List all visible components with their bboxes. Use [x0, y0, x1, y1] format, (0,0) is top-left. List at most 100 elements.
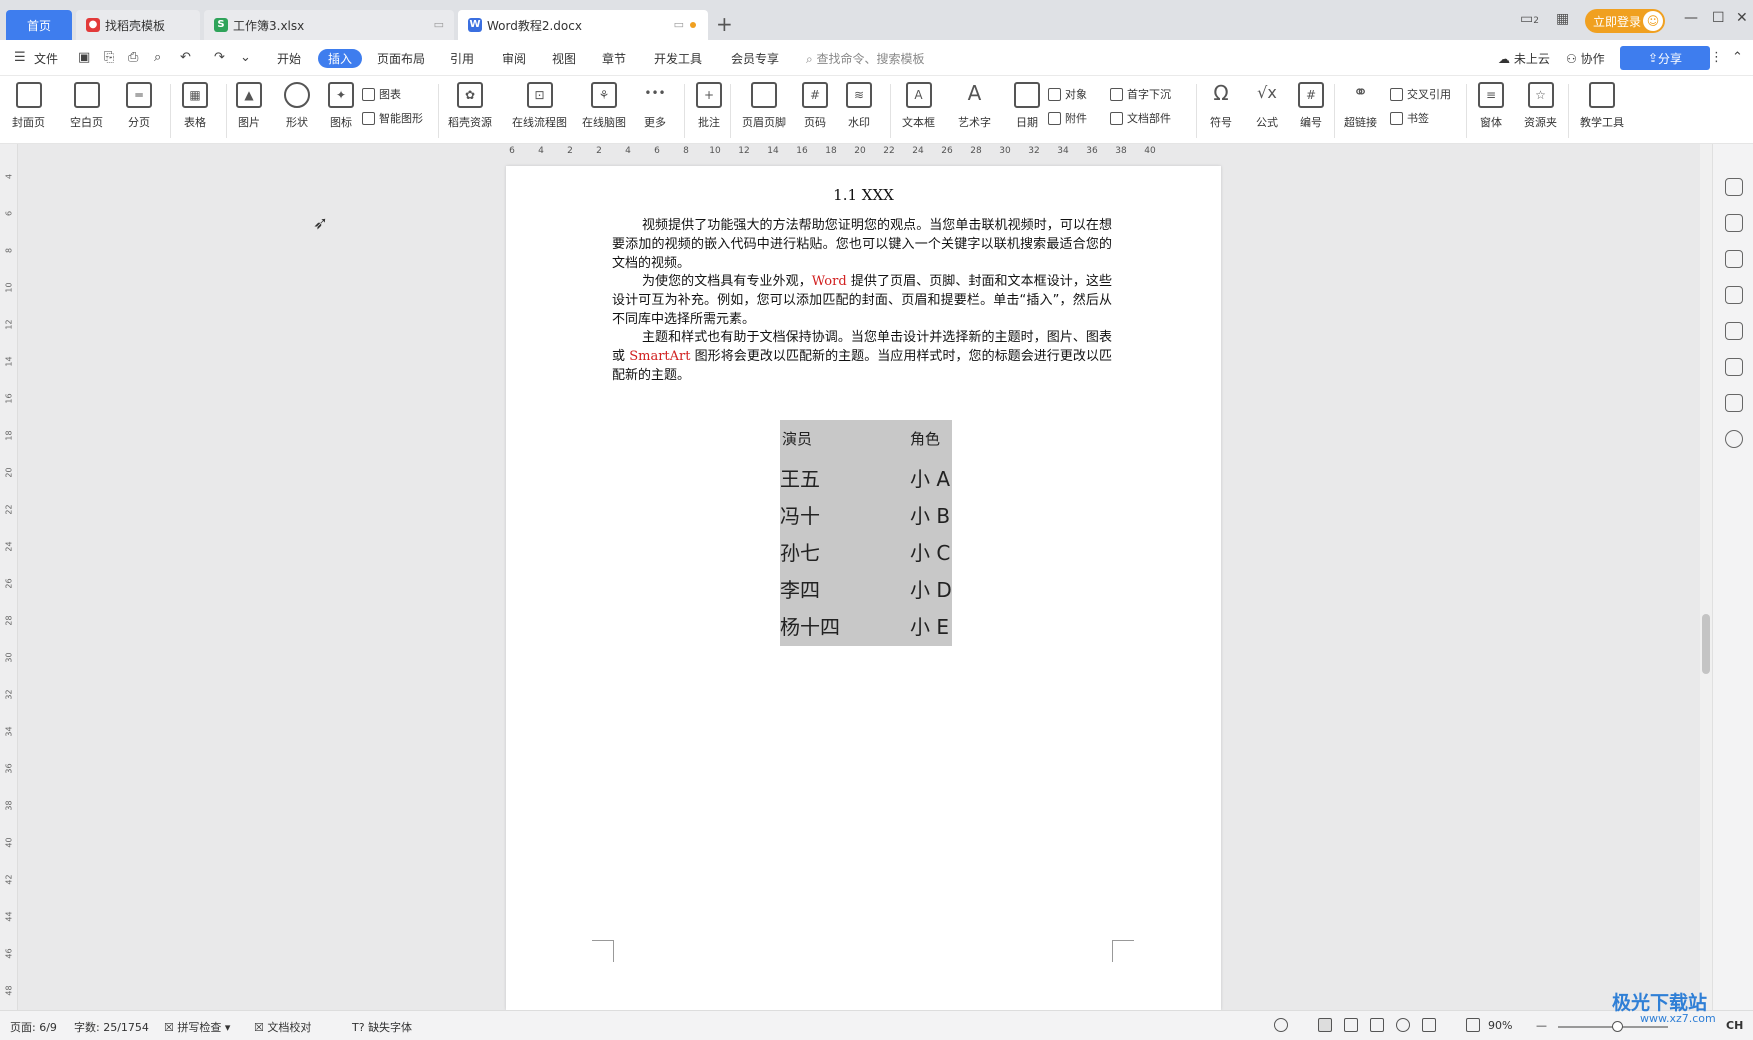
docer-resource-button[interactable]: ✿ 稻壳资源 [448, 82, 492, 130]
eye-icon[interactable] [1274, 1018, 1288, 1032]
more-button[interactable]: ••• 更多 [642, 82, 668, 130]
monitor-icon[interactable]: ▭ [674, 18, 684, 31]
word-count[interactable]: 字数: 25/1754 [74, 1019, 149, 1035]
select-icon[interactable] [1725, 250, 1743, 268]
menu-review[interactable]: 审阅 [502, 50, 526, 67]
object-button[interactable]: 对象 [1048, 86, 1087, 102]
scrollbar-thumb[interactable] [1702, 614, 1710, 674]
mindmap-button[interactable]: ⚘ 在线脑图 [582, 82, 626, 130]
zoom-out-icon[interactable]: — [1536, 1019, 1547, 1032]
vertical-scrollbar[interactable] [1700, 144, 1712, 1010]
doc-table[interactable]: 演员 角色 王五 小 A 冯十 小 B 孙七 小 C 李四 小 D 杨十四 小 … [780, 420, 952, 646]
attachment-button[interactable]: 附件 [1048, 110, 1087, 126]
tab-workbook[interactable]: S 工作簿3.xlsx ▭ [204, 10, 454, 40]
cloud-status[interactable]: ☁ 未上云 [1498, 50, 1550, 67]
chart-button[interactable]: 图表 [362, 86, 401, 102]
blank-page-button[interactable]: 空白页 [70, 82, 103, 130]
tab-document[interactable]: W Word教程2.docx ▭ [458, 10, 708, 40]
undo-icon[interactable]: ↶ [180, 50, 191, 65]
preview-icon[interactable]: ⌕ [154, 50, 161, 65]
minimize-icon[interactable]: — [1684, 10, 1698, 26]
teaching-tools-button[interactable]: 教学工具 [1580, 82, 1624, 130]
read-view-icon[interactable] [1370, 1018, 1384, 1032]
fit-icon[interactable] [1466, 1018, 1480, 1032]
resource-folder-button[interactable]: ☆ 资源夹 [1524, 82, 1557, 130]
zoom-slider-knob[interactable] [1612, 1021, 1623, 1032]
grid-icon[interactable]: ▦ [1556, 11, 1569, 27]
help-icon[interactable] [1725, 430, 1743, 448]
redo-icon[interactable]: ↷ [214, 50, 225, 65]
page-view-icon[interactable] [1318, 1018, 1332, 1032]
hamburger-icon[interactable]: ☰ [14, 50, 26, 65]
menu-chapter[interactable]: 章节 [602, 50, 626, 67]
write-view-icon[interactable] [1422, 1018, 1436, 1032]
dropcap-button[interactable]: 首字下沉 [1110, 86, 1171, 102]
doc-parts-button[interactable]: 文档部件 [1110, 110, 1171, 126]
table-button[interactable]: ▦ 表格 [182, 82, 208, 130]
tab-template[interactable]: ● 找稻壳模板 [76, 10, 200, 40]
menu-insert[interactable]: 插入 [318, 49, 363, 68]
chevron-down-icon[interactable]: ⌄ [240, 50, 251, 65]
form-button[interactable]: ≡ 窗体 [1478, 82, 1504, 130]
share-button[interactable]: ⇪ 分享 [1620, 46, 1710, 70]
monitor-icon[interactable]: ▭ [434, 18, 444, 31]
icon-button[interactable]: ✦ 图标 [328, 82, 354, 130]
menu-layout[interactable]: 页面布局 [377, 50, 425, 67]
textbox-button[interactable]: A 文本框 [902, 82, 935, 130]
login-button[interactable]: 立即登录 ☺ [1585, 9, 1665, 33]
cover-page-button[interactable]: 封面页 [12, 82, 45, 130]
picture-button[interactable]: ▲ 图片 [236, 82, 262, 130]
vertical-ruler[interactable]: 4 6 8 10 12 14 16 18 20 22 24 26 28 30 32 34 36 38 40 42 44 4… [0, 144, 18, 1010]
date-button[interactable]: 日期 [1014, 82, 1040, 130]
page-break-button[interactable]: ═ 分页 [126, 82, 152, 130]
spell-check[interactable]: ☒ 拼写检查 ▾ [164, 1019, 230, 1035]
outline-view-icon[interactable] [1344, 1018, 1358, 1032]
menu-reference[interactable]: 引用 [450, 50, 474, 67]
crossref-button[interactable]: 交叉引用 [1390, 86, 1451, 102]
document-page[interactable]: 1.1 XXX 视频提供了功能强大的方法帮助您证明您的观点。当您单击联机视频时，… [506, 166, 1221, 1010]
shape-button[interactable]: 形状 [284, 82, 310, 130]
formula-button[interactable]: √x 公式 [1254, 82, 1280, 130]
new-tab-button[interactable]: + [716, 12, 733, 36]
bookmark-button[interactable]: 书签 [1390, 110, 1429, 126]
image-tool-icon[interactable] [1725, 322, 1743, 340]
ime-indicator[interactable]: CH [1726, 1019, 1743, 1032]
doc-proofread[interactable]: ☒ 文档校对 [254, 1019, 311, 1035]
menu-devtools[interactable]: 开发工具 [654, 50, 702, 67]
menu-member[interactable]: 会员专享 [731, 50, 779, 67]
menu-file[interactable]: 文件 [34, 50, 58, 67]
rocket-icon[interactable] [1725, 178, 1743, 196]
missing-font[interactable]: T? 缺失字体 [352, 1019, 412, 1035]
header-footer-button[interactable]: 页眉页脚 [742, 82, 786, 130]
zoom-level[interactable]: 90% [1488, 1019, 1512, 1032]
web-view-icon[interactable] [1396, 1018, 1410, 1032]
command-search[interactable]: ⌕ 查找命令、搜索模板 [806, 50, 925, 67]
navigate-icon[interactable] [1725, 358, 1743, 376]
layout-icon[interactable]: ▭2 [1520, 11, 1539, 27]
close-icon[interactable]: ✕ [1736, 10, 1748, 26]
horizontal-ruler[interactable]: 6 4 2 2 4 6 8 10 12 14 16 18 20 22 24 26 28 30 32 34 36 38 40 [506, 144, 1206, 162]
print-icon[interactable]: ⎙ [128, 50, 138, 65]
menu-view[interactable]: 视图 [552, 50, 576, 67]
comment-button[interactable]: + 批注 [696, 82, 722, 130]
hyperlink-button[interactable]: ⚭ 超链接 [1344, 82, 1377, 130]
symbol-button[interactable]: Ω 符号 [1208, 82, 1234, 130]
maximize-icon[interactable]: ☐ [1712, 10, 1725, 26]
adjust-icon[interactable] [1725, 286, 1743, 304]
collab-button[interactable]: ⚇ 协作 [1566, 50, 1605, 67]
export-icon[interactable]: ⎘ [104, 50, 114, 65]
smartart-button[interactable]: 智能图形 [362, 110, 423, 126]
wordart-button[interactable]: A 艺术字 [958, 82, 991, 130]
flowchart-button[interactable]: ⊡ 在线流程图 [512, 82, 567, 130]
pen-icon[interactable] [1725, 214, 1743, 232]
tab-home[interactable]: 首页 [6, 10, 72, 40]
numbering-button[interactable]: # 编号 [1298, 82, 1324, 130]
page-count[interactable]: 页面: 6/9 [10, 1019, 57, 1035]
save-icon[interactable]: ▣ [78, 50, 90, 65]
watermark-button[interactable]: ≋ 水印 [846, 82, 872, 130]
page-number-button[interactable]: # 页码 [802, 82, 828, 130]
collapse-icon[interactable]: ⌃ [1732, 50, 1743, 65]
book-icon[interactable] [1725, 394, 1743, 412]
more-icon[interactable]: ⋮ [1710, 50, 1723, 65]
menu-start[interactable]: 开始 [277, 50, 301, 67]
